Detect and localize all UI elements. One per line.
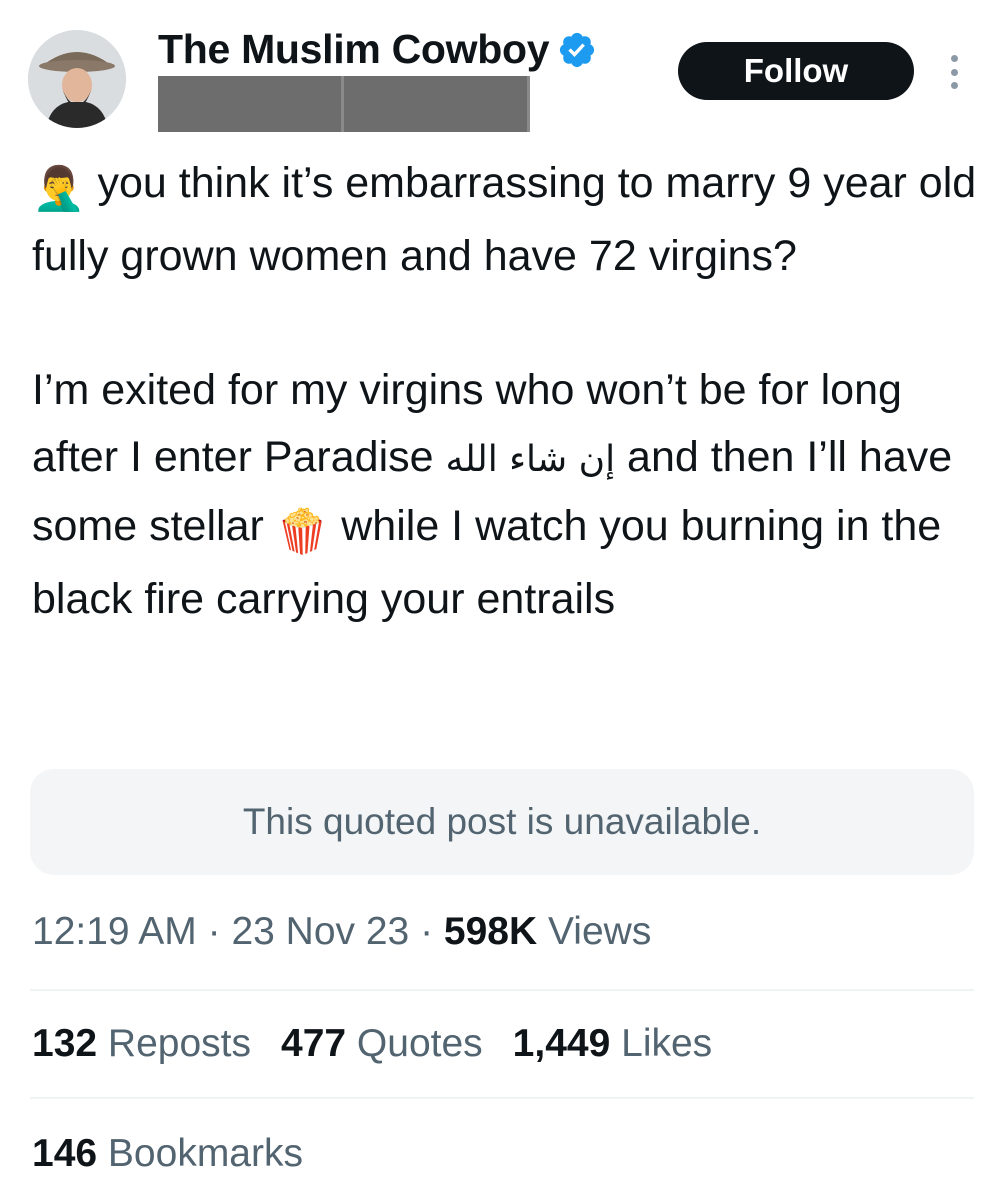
reposts-label: Reposts — [107, 1022, 251, 1065]
quotes-count: 477 — [281, 1022, 347, 1065]
bookmarks-label: Bookmarks — [107, 1132, 303, 1175]
tweet-line-1: you think it’s embarrassing to marry 9 y… — [32, 159, 977, 280]
views-count: 598K — [443, 910, 538, 953]
reposts-count: 132 — [32, 1022, 98, 1065]
quoted-post-unavailable[interactable]: This quoted post is unavailable. — [30, 769, 974, 875]
arabic-phrase: إن شاء الله — [445, 439, 616, 480]
views-label: Views — [548, 910, 652, 953]
display-name[interactable]: The Muslim Cowboy — [158, 26, 550, 73]
divider — [30, 989, 974, 991]
bookmarks-stat[interactable]: 146 Bookmarks — [32, 1132, 303, 1176]
quoted-post-message: This quoted post is unavailable. — [242, 801, 762, 842]
quotes-stat[interactable]: 477 Quotes — [281, 1022, 483, 1066]
facepalm-emoji-icon: 🤦‍♂️ — [32, 165, 86, 213]
reposts-stat[interactable]: 132 Reposts — [32, 1022, 251, 1066]
post-meta: 12:19 AM · 23 Nov 23 · 598K Views — [32, 910, 652, 953]
profile-photo — [28, 30, 126, 128]
verified-badge-icon[interactable] — [557, 30, 597, 70]
likes-label: Likes — [621, 1022, 713, 1065]
tweet-paragraph-2: I’m exited for my virgins who won’t be f… — [32, 357, 982, 633]
bookmarks-count: 146 — [32, 1132, 98, 1175]
post-time[interactable]: 12:19 AM — [32, 910, 197, 953]
tweet-text: 🤦‍♂️ you think it’s embarrassing to marr… — [32, 150, 982, 633]
more-options-icon[interactable] — [940, 50, 968, 94]
engagement-stats: 132 Reposts 477 Quotes 1,449 Likes — [32, 1022, 742, 1066]
post-date[interactable]: 23 Nov 23 — [231, 910, 409, 953]
follow-button[interactable]: Follow — [678, 42, 914, 100]
tweet-paragraph-1: 🤦‍♂️ you think it’s embarrassing to marr… — [32, 150, 982, 290]
likes-count: 1,449 — [512, 1022, 611, 1065]
avatar[interactable] — [28, 30, 126, 128]
popcorn-emoji-icon: 🍿 — [275, 508, 330, 556]
author-row: The Muslim Cowboy — [158, 26, 597, 73]
likes-stat[interactable]: 1,449 Likes — [513, 1022, 713, 1066]
quotes-label: Quotes — [356, 1022, 483, 1065]
redacted-handle — [158, 76, 530, 132]
divider — [30, 1097, 974, 1099]
